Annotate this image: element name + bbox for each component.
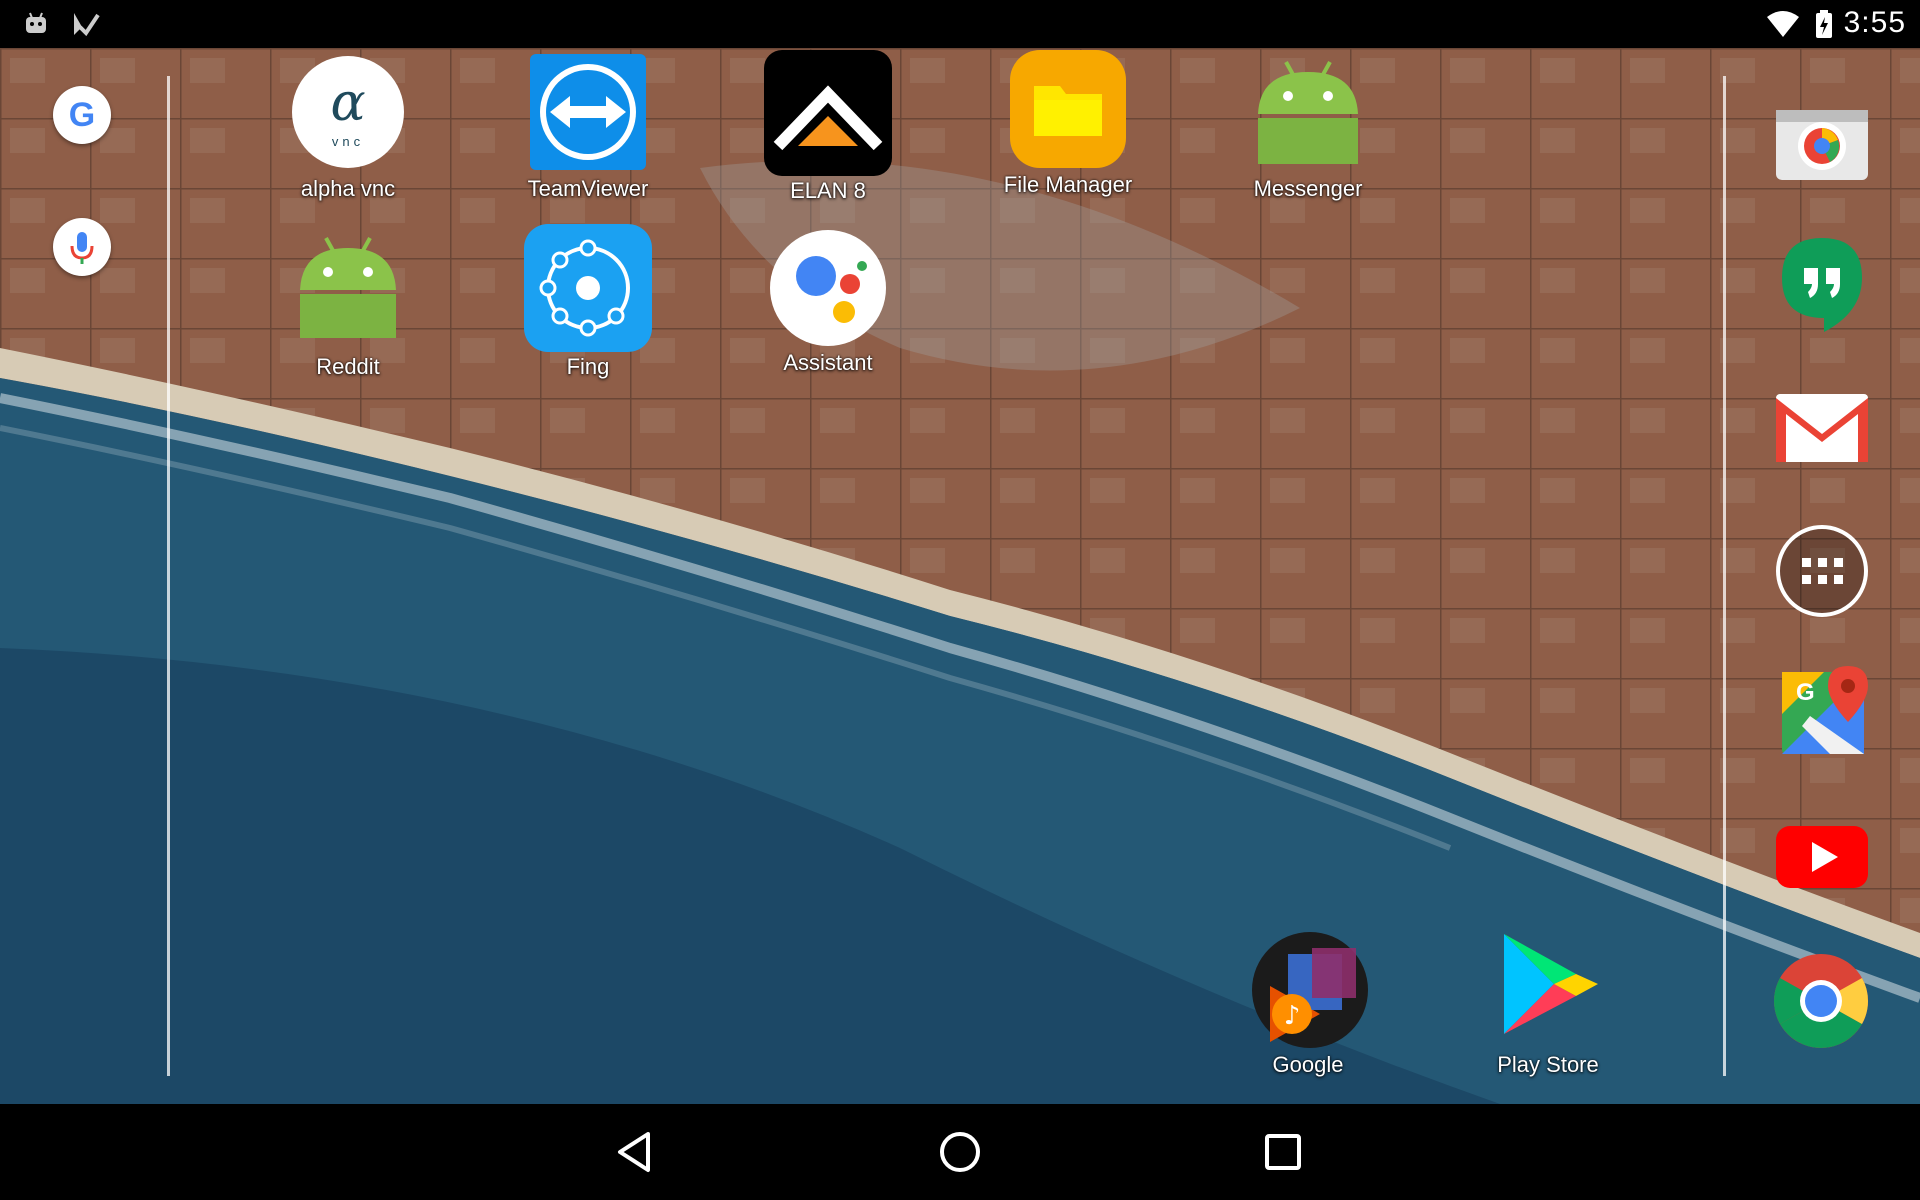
app-fing[interactable]: Fing (498, 224, 678, 380)
google-search-icon[interactable]: G (53, 86, 111, 144)
android-home-screen: 3:55 G α vnc alpha vnc TeamViewer ELAN 8… (0, 0, 1920, 1200)
navigation-bar (0, 1104, 1920, 1200)
status-bar: 3:55 (0, 0, 1920, 48)
app-reddit[interactable]: Reddit (258, 232, 438, 380)
folder-icon (1008, 50, 1128, 170)
recents-icon[interactable] (1253, 1122, 1313, 1182)
chrome-icon[interactable] (1772, 952, 1870, 1055)
app-label: Play Store (1497, 1052, 1599, 1077)
app-label: Assistant (783, 350, 873, 375)
clock: 3:55 (1843, 6, 1906, 39)
app-label: Google (1272, 1052, 1344, 1077)
app-label: Reddit (316, 354, 380, 379)
app-label: ELAN 8 (790, 178, 866, 203)
android-robot-icon (288, 232, 408, 352)
svg-text:G: G (1796, 679, 1815, 706)
android-debug-icon (22, 9, 50, 42)
gmail-icon[interactable] (1774, 392, 1870, 469)
teamviewer-icon (528, 54, 648, 174)
svg-text:vnc: vnc (332, 134, 364, 149)
app-label: alpha vnc (300, 176, 396, 201)
fing-icon (524, 224, 652, 352)
app-label: TeamViewer (527, 176, 649, 201)
youtube-icon[interactable] (1774, 824, 1870, 895)
play-music-icon: ♪ (1248, 930, 1368, 1050)
app-file-manager[interactable]: File Manager (978, 50, 1158, 198)
voice-search-icon[interactable] (53, 218, 111, 276)
maps-icon[interactable]: G (1780, 666, 1870, 761)
app-drawer-icon[interactable] (1775, 524, 1869, 623)
hangouts-icon[interactable] (1780, 236, 1864, 339)
app-label: Messenger (1253, 176, 1363, 201)
svg-text:G: G (69, 96, 95, 134)
app-google-play-music[interactable]: ♪ Google (1218, 930, 1398, 1078)
app-play-store[interactable]: Play Store (1458, 930, 1638, 1078)
camera-icon[interactable] (1772, 100, 1872, 189)
elan-icon (764, 50, 892, 176)
left-edge-divider (167, 76, 170, 1076)
right-edge-divider (1723, 76, 1726, 1076)
svg-text:α: α (330, 73, 365, 133)
battery-charging-icon (1814, 9, 1834, 44)
app-assistant[interactable]: Assistant (738, 228, 918, 376)
task-check-icon (70, 9, 100, 44)
app-teamviewer[interactable]: TeamViewer (498, 54, 678, 202)
assistant-icon (768, 228, 888, 348)
svg-text:♪: ♪ (1284, 1001, 1301, 1031)
app-label: File Manager (1003, 172, 1133, 197)
back-icon[interactable] (606, 1122, 666, 1182)
wifi-icon (1765, 9, 1801, 44)
alpha-vnc-icon: α vnc (288, 54, 408, 174)
play-store-icon (1488, 930, 1608, 1050)
android-robot-icon (1248, 54, 1368, 174)
app-label: Fing (566, 354, 610, 379)
home-icon[interactable] (930, 1122, 990, 1182)
app-elan-8[interactable]: ELAN 8 (738, 50, 918, 204)
app-alpha-vnc[interactable]: α vnc alpha vnc (258, 54, 438, 202)
app-messenger[interactable]: Messenger (1218, 54, 1398, 202)
